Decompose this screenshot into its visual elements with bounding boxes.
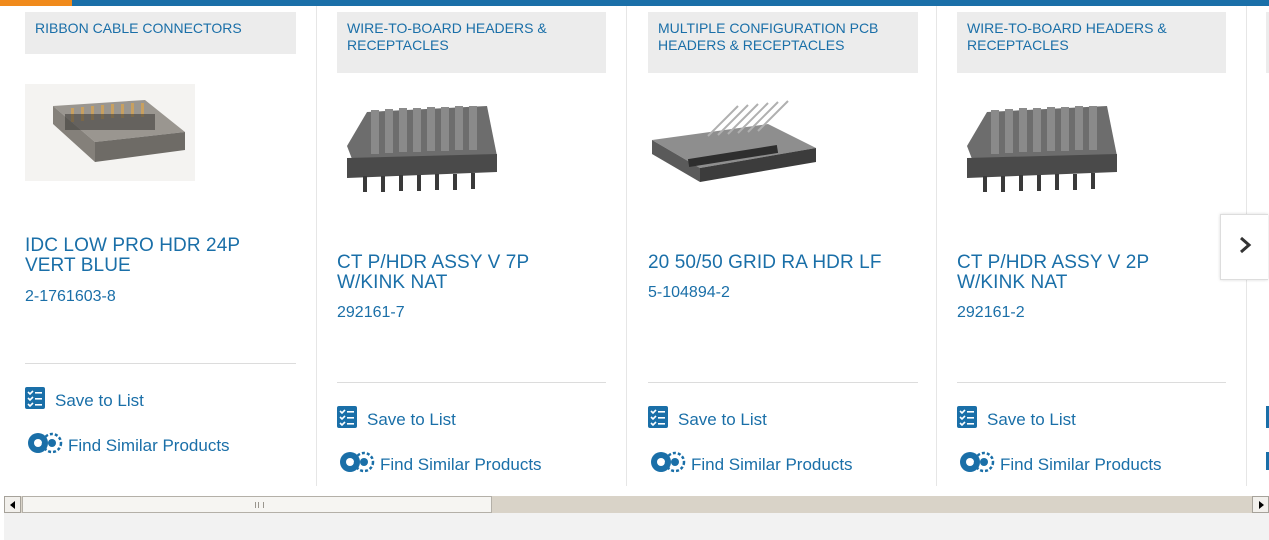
card-divider [337,382,606,383]
save-to-list-label: Save to List [678,409,767,429]
product-category[interactable]: WIRE-TO-BOARD HEADERS & RECEPTACLES [957,12,1226,73]
product-card: WIRE-TO-BOARD HEADERS & RECEPTACLES CT P… [316,6,626,486]
carousel-next-button[interactable] [1220,214,1268,280]
save-to-list-label: Save to List [367,409,456,429]
find-similar-button[interactable]: Find Similar Products [25,430,230,461]
part-number[interactable]: 2-1761603-8 [25,288,116,306]
find-similar-label: Find Similar Products [380,454,542,474]
save-to-list-button[interactable]: Save to List [25,387,144,414]
save-to-list-button[interactable]: Save to List [957,406,1076,433]
find-similar-button[interactable]: Find Similar Products [337,449,542,480]
scroll-left-button[interactable] [4,496,21,513]
page-bottom-area [4,513,1269,540]
chevron-right-icon [1238,236,1252,259]
card-divider [648,382,918,383]
scroll-left-arrow-icon [9,496,17,514]
product-title[interactable]: CT P/HDR ASSY V 2P W/KINK NAT [957,253,1217,293]
find-similar-label: Find Similar Products [68,435,230,455]
horizontal-scrollbar[interactable] [4,496,1269,513]
ribbon-connector-image[interactable] [25,84,195,181]
part-number[interactable]: 5-104894-2 [648,284,730,302]
scroll-right-button[interactable] [1252,496,1269,513]
product-card: RIBBON CABLE CONNECTORS IDC LOW PRO HDR … [25,6,296,486]
find-similar-label: Find Similar Products [1000,454,1162,474]
gears-icon [957,449,995,480]
card-divider [957,382,1226,383]
product-card: WIRE-TO-BOARD HEADERS & RECEPTACLES CT P… [936,6,1246,486]
product-category[interactable]: RIBBON CABLE CONNECTORS [25,12,296,54]
card-separator [626,6,627,486]
find-similar-label: Find Similar Products [691,454,853,474]
ra-header-image[interactable] [648,96,818,196]
gears-icon [648,449,686,480]
part-number[interactable]: 292161-7 [337,304,405,322]
scroll-right-arrow-icon [1257,496,1265,514]
scrollbar-grip [255,502,264,508]
list-check-icon [25,387,45,414]
product-title[interactable]: CT P/HDR ASSY V 7P W/KINK NAT [337,253,597,293]
gears-icon [25,430,63,461]
card-divider [25,363,296,364]
find-similar-button[interactable]: Find Similar Products [648,449,853,480]
part-number[interactable]: 292161-2 [957,304,1025,322]
save-to-list-button[interactable]: Save to List [648,406,767,433]
find-similar-button[interactable]: Find Similar Products [957,449,1162,480]
product-carousel: RIBBON CABLE CONNECTORS IDC LOW PRO HDR … [0,6,1269,486]
save-to-list-label: Save to List [987,409,1076,429]
product-title[interactable]: IDC LOW PRO HDR 24P VERT BLUE [25,236,287,276]
save-to-list-label: Save to List [55,390,144,410]
list-check-icon [648,406,668,433]
card-separator [316,6,317,486]
product-category[interactable]: MULTIPLE CONFIGURATION PCB HEADERS & REC… [648,12,918,73]
product-category[interactable]: WIRE-TO-BOARD HEADERS & RECEPTACLES [337,12,606,73]
scrollbar-thumb[interactable] [22,496,492,513]
list-check-icon [957,406,977,433]
pin-header-image[interactable] [337,96,507,196]
gears-icon [337,449,375,480]
card-separator [936,6,937,486]
product-title[interactable]: 20 50/50 GRID RA HDR LF [648,253,918,273]
pin-header-image[interactable] [957,96,1127,196]
list-check-icon [337,406,357,433]
save-to-list-button[interactable]: Save to List [337,406,456,433]
product-card: MULTIPLE CONFIGURATION PCB HEADERS & REC… [626,6,936,486]
